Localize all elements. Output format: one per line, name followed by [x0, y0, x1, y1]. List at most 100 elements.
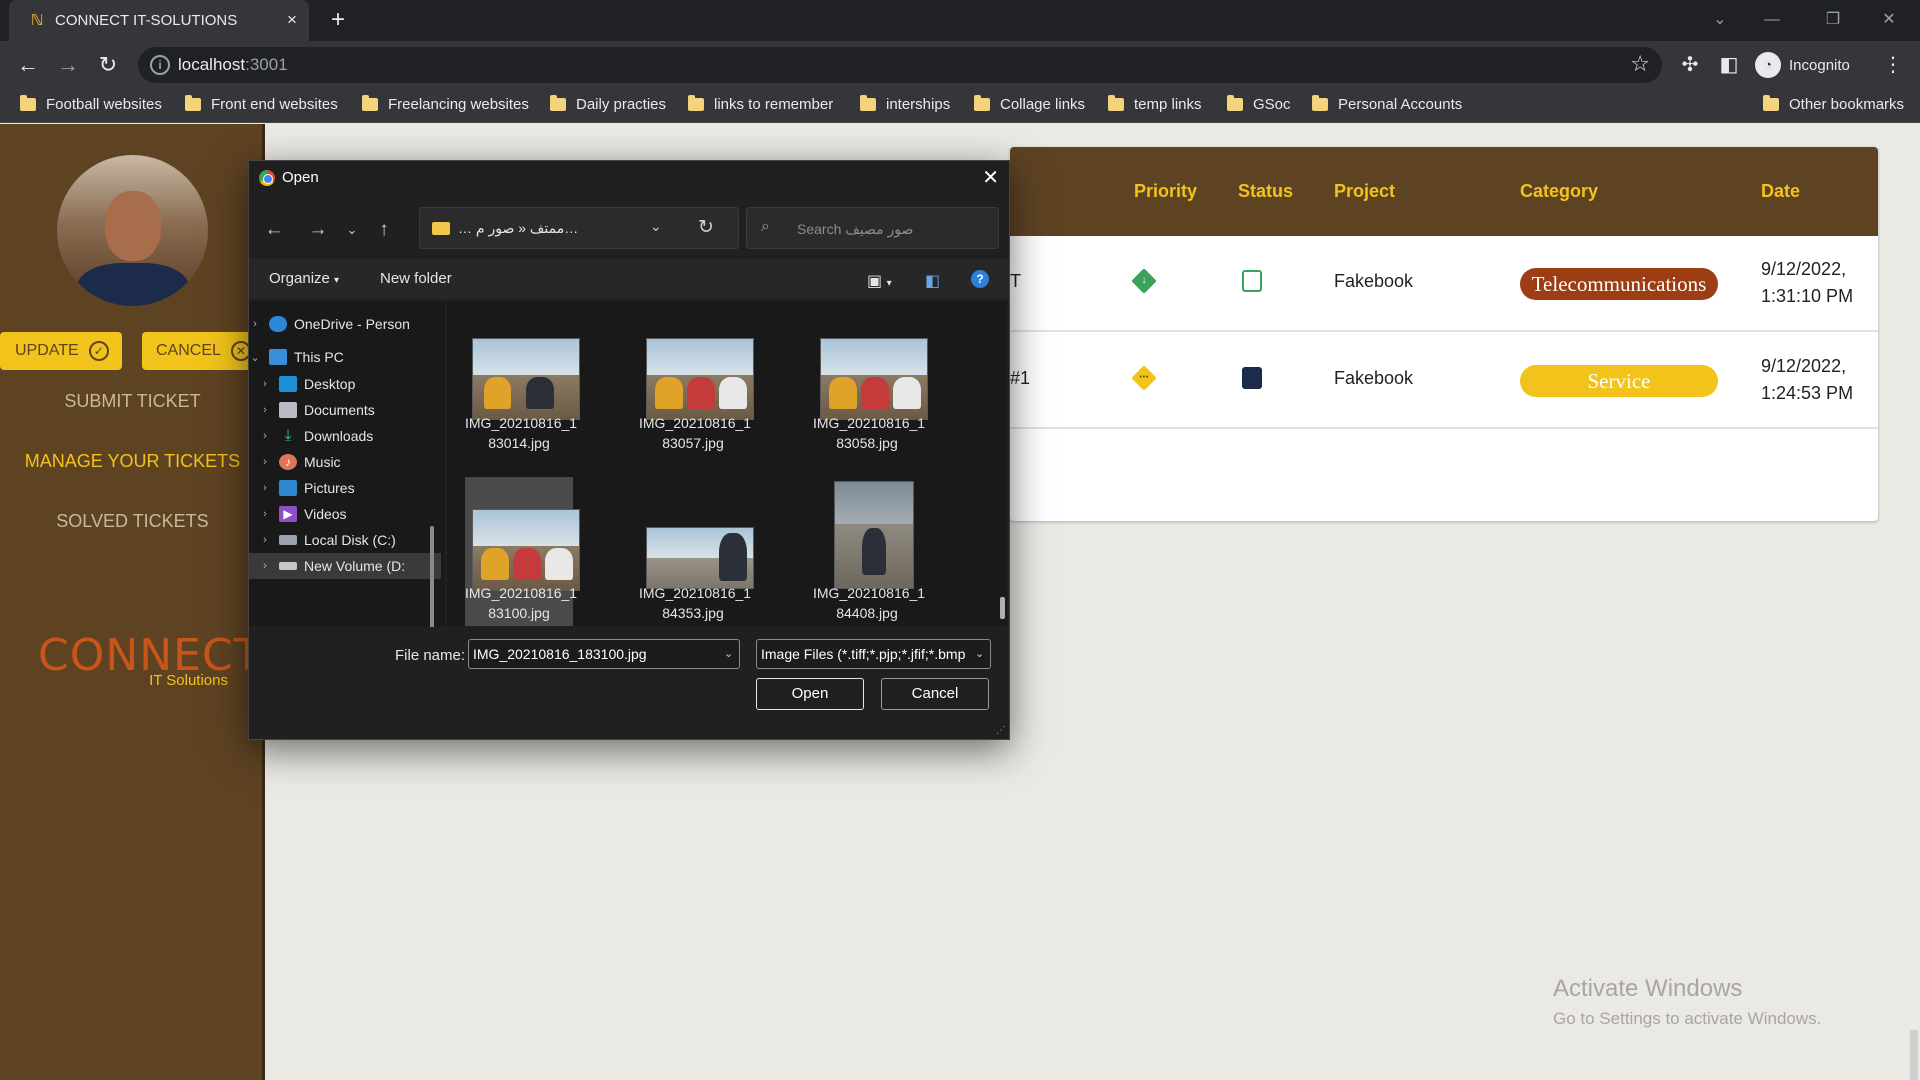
- expand-icon[interactable]: ›: [259, 560, 271, 572]
- bookmark-star-icon[interactable]: ☆: [1630, 51, 1650, 77]
- file-name-line2: 83057.jpg: [662, 435, 724, 451]
- browser-tab[interactable]: ℕ CONNECT IT-SOLUTIONS ×: [9, 0, 309, 41]
- file-type-select[interactable]: Image Files (*.tiff;*.pjp;*.jfif;*.bmp: [756, 639, 991, 669]
- organize-button[interactable]: Organize ▾: [269, 270, 339, 287]
- expand-icon[interactable]: ›: [259, 378, 271, 390]
- restore-button[interactable]: ❐: [1818, 6, 1848, 34]
- avatar[interactable]: [57, 155, 208, 306]
- bookmark-folder[interactable]: Collage links: [974, 95, 1085, 113]
- reload-icon[interactable]: ↻: [94, 51, 122, 79]
- tree-item-music[interactable]: › ♪ Music: [249, 449, 441, 475]
- file-item[interactable]: IMG_20210816_1 84408.jpg: [813, 477, 925, 621]
- site-info-icon[interactable]: i: [150, 55, 170, 75]
- expand-icon[interactable]: ›: [259, 404, 271, 416]
- new-folder-button[interactable]: New folder: [380, 270, 452, 287]
- side-panel-icon[interactable]: ◧: [1715, 51, 1743, 79]
- bookmark-folder[interactable]: temp links: [1108, 95, 1202, 113]
- tree-item-pictures[interactable]: › Pictures: [249, 475, 441, 501]
- dialog-cancel-button[interactable]: Cancel: [881, 678, 989, 710]
- other-bookmarks[interactable]: Other bookmarks: [1763, 95, 1904, 113]
- tree-item-desktop[interactable]: › Desktop: [249, 371, 441, 397]
- expand-icon[interactable]: ›: [259, 430, 271, 442]
- view-options-icon[interactable]: ▣ ▾: [867, 271, 892, 291]
- dialog-command-bar: Organize ▾ New folder ▣ ▾ ◧ ?: [249, 259, 1009, 299]
- collapse-icon[interactable]: ⌄: [249, 351, 261, 364]
- file-name-field[interactable]: IMG_20210816_183100.jpg: [468, 639, 740, 669]
- table-row[interactable]: #1 ⋯ Fakebook Service 9/12/2022, 1:24:53…: [1010, 333, 1878, 429]
- bookmark-folder[interactable]: links to remember: [688, 95, 833, 113]
- extensions-icon[interactable]: ✣: [1676, 51, 1704, 79]
- bookmark-folder[interactable]: interships: [860, 95, 950, 113]
- bookmark-label: temp links: [1134, 96, 1202, 113]
- bookmarks-bar: Football websites Front end websites Fre…: [0, 89, 1920, 123]
- expand-icon[interactable]: ›: [259, 508, 271, 520]
- url-text[interactable]: localhost:3001: [178, 55, 288, 75]
- forward-icon[interactable]: →: [54, 51, 82, 79]
- recent-locations-icon[interactable]: ⌄: [339, 217, 365, 243]
- help-icon[interactable]: ?: [971, 270, 989, 288]
- expand-icon[interactable]: ›: [249, 318, 261, 330]
- chevron-down-icon[interactable]: ⌄: [975, 647, 984, 660]
- menu-kebab-icon[interactable]: ⋮: [1879, 51, 1907, 79]
- dialog-search-input[interactable]: ⌕ Search صور مصيف: [746, 207, 999, 249]
- nav-solved-tickets[interactable]: SOLVED TICKETS: [0, 511, 265, 532]
- tree-item-new-volume[interactable]: › New Volume (D:: [249, 553, 441, 579]
- bookmark-folder[interactable]: Freelancing websites: [362, 95, 529, 113]
- dialog-title-bar[interactable]: Open ✕: [249, 161, 1009, 194]
- resize-grip-icon[interactable]: ⋰: [996, 725, 1006, 736]
- tree-item-videos[interactable]: › ▶ Videos: [249, 501, 441, 527]
- file-item-selected[interactable]: IMG_20210816_1 83100.jpg: [465, 477, 580, 626]
- update-button[interactable]: UPDATE ✓: [0, 332, 122, 370]
- bookmark-folder[interactable]: Daily practies: [550, 95, 666, 113]
- table-row[interactable]: T ↓ Fakebook Telecommunications 9/12/202…: [1010, 236, 1878, 332]
- tab-title: CONNECT IT-SOLUTIONS: [55, 12, 238, 29]
- dialog-close-icon[interactable]: ✕: [982, 165, 999, 190]
- file-item[interactable]: IMG_20210816_1 83057.jpg: [639, 311, 754, 451]
- tree-item-downloads[interactable]: › ⤓ Downloads: [249, 423, 441, 449]
- expand-icon[interactable]: ›: [259, 534, 271, 546]
- tree-scrollbar[interactable]: [430, 526, 434, 636]
- chevron-down-icon[interactable]: ⌄: [724, 647, 733, 660]
- back-icon[interactable]: ←: [14, 51, 42, 79]
- bookmark-folder[interactable]: Front end websites: [185, 95, 338, 113]
- up-folder-icon[interactable]: ↑: [371, 217, 397, 243]
- expand-icon[interactable]: ›: [259, 482, 271, 494]
- chevron-down-icon[interactable]: ⌄: [650, 218, 662, 235]
- refresh-icon[interactable]: ↻: [698, 216, 714, 239]
- bookmark-folder[interactable]: GSoc: [1227, 95, 1291, 113]
- chrome-icon: [259, 170, 275, 186]
- open-button[interactable]: Open: [756, 678, 864, 710]
- tab-close-icon[interactable]: ×: [281, 9, 303, 31]
- tree-item-local-disk[interactable]: › Local Disk (C:): [249, 527, 441, 553]
- tab-search-icon[interactable]: ⌄: [1705, 6, 1735, 34]
- close-window-button[interactable]: ✕: [1874, 6, 1904, 34]
- minimize-button[interactable]: —: [1757, 6, 1787, 34]
- bookmark-folder[interactable]: Football websites: [20, 95, 162, 113]
- onedrive-icon: [269, 316, 287, 332]
- tree-label: Desktop: [304, 376, 356, 392]
- file-item[interactable]: IMG_20210816_1 83014.jpg: [465, 311, 580, 451]
- file-name-line2: 83058.jpg: [836, 435, 898, 451]
- file-list-scrollbar[interactable]: [1000, 597, 1005, 619]
- tree-item-documents[interactable]: › Documents: [249, 397, 441, 423]
- cancel-button[interactable]: CANCEL ✕: [142, 332, 265, 370]
- new-tab-button[interactable]: +: [324, 6, 352, 34]
- preview-pane-icon[interactable]: ◧: [925, 271, 940, 291]
- tree-item-this-pc[interactable]: ⌄ This PC: [249, 344, 441, 370]
- bookmark-folder[interactable]: Personal Accounts: [1312, 95, 1462, 113]
- dialog-forward-icon[interactable]: →: [305, 217, 331, 243]
- address-bar[interactable]: i localhost:3001 ☆: [138, 47, 1662, 83]
- tree-label: OneDrive - Person: [294, 316, 410, 332]
- file-item[interactable]: IMG_20210816_1 83058.jpg: [813, 311, 928, 451]
- incognito-profile[interactable]: ◔ Incognito: [1755, 49, 1850, 81]
- dialog-address-bar[interactable]: … ممتف « صور م… ⌄ ↻: [419, 207, 739, 249]
- tree-item-onedrive[interactable]: › OneDrive - Person: [249, 311, 441, 337]
- tree-label: Music: [304, 454, 341, 470]
- priority-low-icon: ↓: [1131, 268, 1157, 294]
- expand-icon[interactable]: ›: [259, 456, 271, 468]
- page-scrollbar[interactable]: [1910, 1030, 1918, 1080]
- nav-submit-ticket[interactable]: SUBMIT TICKET: [0, 391, 265, 412]
- nav-manage-tickets[interactable]: MANAGE YOUR TICKETS: [0, 451, 265, 472]
- file-item[interactable]: IMG_20210816_1 84353.jpg: [639, 477, 754, 621]
- dialog-back-icon[interactable]: ←: [261, 217, 287, 243]
